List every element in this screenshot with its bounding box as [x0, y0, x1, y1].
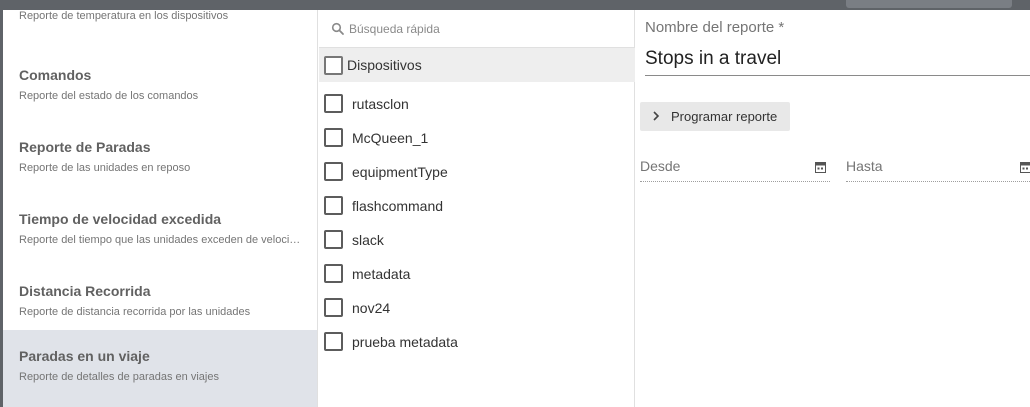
report-item-description: Reporte de las unidades en reposo: [19, 162, 191, 174]
device-checkbox[interactable]: [324, 94, 343, 113]
schedule-report-label: Programar reporte: [671, 109, 778, 124]
device-name: prueba metadata: [352, 334, 458, 350]
report-item-description: Reporte de distancia recorrida por las u…: [19, 306, 251, 318]
device-name: rutasclon: [352, 96, 409, 112]
date-from-field[interactable]: Desde: [640, 158, 830, 182]
device-row[interactable]: flashcommand: [319, 190, 635, 224]
report-item-description: Reporte del estado de los comandos: [19, 90, 199, 102]
date-to-field[interactable]: Hasta: [846, 158, 1030, 182]
report-name-input[interactable]: [645, 43, 1030, 76]
report-item-commands[interactable]: Comandos Reporte del estado de los coman…: [3, 52, 317, 124]
device-row[interactable]: slack: [319, 224, 635, 258]
device-group-label: Dispositivos: [347, 57, 422, 73]
report-dialog: Reporte de temperatura en los dispositiv…: [3, 10, 1030, 407]
device-checkbox[interactable]: [324, 264, 343, 283]
device-name: metadata: [352, 266, 411, 282]
device-row[interactable]: equipmentType: [319, 156, 635, 190]
report-item-title: Tiempo de velocidad excedida: [19, 211, 222, 227]
device-list-panel: Dispositivos rutasclon McQueen_1 equipme…: [319, 10, 635, 407]
device-name: equipmentType: [352, 164, 448, 180]
device-row[interactable]: metadata: [319, 258, 635, 292]
device-row[interactable]: rutasclon: [319, 88, 635, 122]
device-group-row[interactable]: Dispositivos: [319, 48, 635, 82]
report-item-stops[interactable]: Reporte de Paradas Reporte de las unidad…: [3, 124, 317, 196]
device-checkbox[interactable]: [324, 332, 343, 351]
device-row[interactable]: prueba metadata: [319, 326, 635, 360]
top-bar: [0, 0, 1030, 10]
calendar-icon[interactable]: [1020, 161, 1030, 173]
device-checkbox[interactable]: [324, 298, 343, 317]
report-item-temperature[interactable]: Reporte de temperatura en los dispositiv…: [3, 10, 317, 34]
device-checkbox[interactable]: [324, 128, 343, 147]
schedule-report-button[interactable]: Programar reporte: [640, 102, 790, 131]
device-row[interactable]: nov24: [319, 292, 635, 326]
chevron-right-icon: [653, 111, 660, 121]
report-item-title: Paradas en un viaje: [19, 348, 150, 364]
device-row[interactable]: McQueen_1: [319, 122, 635, 156]
report-item-trip-stops[interactable]: Paradas en un viaje Reporte de detalles …: [3, 330, 317, 407]
report-item-title: Reporte de Paradas: [19, 139, 151, 155]
date-to-label: Hasta: [846, 158, 883, 174]
report-item-overspeed[interactable]: Tiempo de velocidad excedida Reporte del…: [3, 196, 317, 268]
device-name: flashcommand: [352, 198, 444, 214]
device-name: nov24: [352, 300, 391, 316]
device-checkbox[interactable]: [324, 162, 343, 181]
report-item-description: Reporte de temperatura en los dispositiv…: [19, 10, 229, 22]
quick-search: [319, 10, 635, 48]
report-type-list: Reporte de temperatura en los dispositiv…: [3, 10, 318, 407]
search-icon: [331, 22, 344, 35]
report-item-title: Comandos: [19, 67, 92, 83]
device-checkbox[interactable]: [324, 230, 343, 249]
calendar-icon[interactable]: [815, 161, 826, 173]
report-form: Nombre del reporte * Programar reporte D…: [636, 10, 1030, 407]
device-name: slack: [352, 232, 384, 248]
device-checkbox[interactable]: [324, 196, 343, 215]
date-from-label: Desde: [640, 158, 681, 174]
report-item-description: Reporte de detalles de paradas en viajes: [19, 371, 219, 383]
report-item-title: Distancia Recorrida: [19, 283, 151, 299]
report-item-description: Reporte del tiempo que las unidades exce…: [19, 234, 304, 246]
device-name: McQueen_1: [352, 130, 429, 146]
select-all-checkbox[interactable]: [324, 56, 343, 75]
report-name-label: Nombre del reporte *: [645, 19, 785, 36]
search-input[interactable]: [349, 19, 619, 39]
top-bar-button[interactable]: [846, 0, 1012, 8]
